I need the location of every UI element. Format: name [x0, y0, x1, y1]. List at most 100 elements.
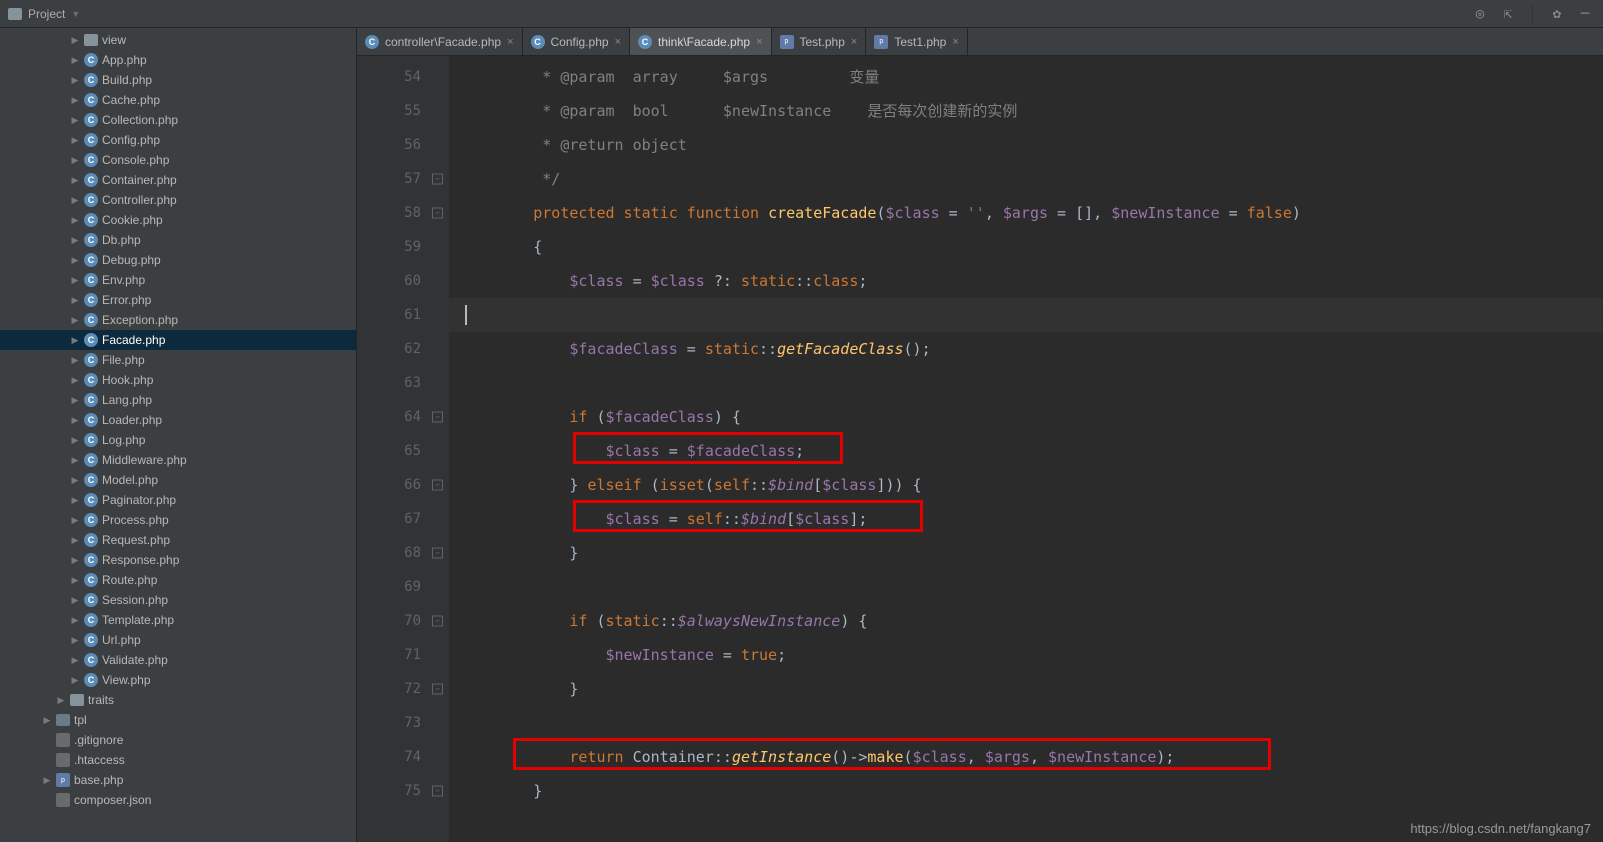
expand-arrow-icon[interactable]: ▶ — [70, 275, 80, 286]
expand-arrow-icon[interactable]: ▶ — [70, 335, 80, 346]
expand-arrow-icon[interactable]: ▶ — [70, 595, 80, 606]
line-number[interactable]: 54 — [357, 60, 449, 94]
line-number[interactable]: 57− — [357, 162, 449, 196]
collapse-icon[interactable]: ⇱ — [1500, 6, 1516, 22]
line-number[interactable]: 64− — [357, 400, 449, 434]
fold-icon[interactable]: − — [432, 548, 443, 559]
editor-tab[interactable]: CConfig.php× — [523, 28, 630, 55]
close-icon[interactable]: × — [507, 36, 513, 48]
gear-icon[interactable]: ✿ — [1549, 6, 1565, 22]
editor-tab[interactable]: Cthink\Facade.php× — [630, 28, 772, 55]
close-icon[interactable]: × — [851, 36, 857, 48]
code-line[interactable]: $class = self::$bind[$class]; — [449, 502, 1603, 536]
code-line[interactable]: $class = $class ?: static::class; — [449, 264, 1603, 298]
code-line[interactable]: } — [449, 774, 1603, 808]
expand-arrow-icon[interactable]: ▶ — [70, 475, 80, 486]
line-number[interactable]: 65 — [357, 434, 449, 468]
line-number[interactable]: 68− — [357, 536, 449, 570]
tree-item[interactable]: ▶CUrl.php — [0, 630, 356, 650]
tree-item[interactable]: .gitignore — [0, 730, 356, 750]
fold-icon[interactable]: − — [432, 174, 443, 185]
tree-item[interactable]: ▶view — [0, 30, 356, 50]
code-line[interactable]: * @param array $args 变量 — [449, 60, 1603, 94]
close-icon[interactable]: × — [615, 36, 621, 48]
tree-item[interactable]: ▶CContainer.php — [0, 170, 356, 190]
target-icon[interactable]: ◎ — [1472, 6, 1488, 22]
expand-arrow-icon[interactable]: ▶ — [70, 495, 80, 506]
code-line[interactable]: $facadeClass = static::getFacadeClass(); — [449, 332, 1603, 366]
fold-icon[interactable]: − — [432, 412, 443, 423]
tree-item[interactable]: ▶CCollection.php — [0, 110, 356, 130]
tree-item[interactable]: ▶CSession.php — [0, 590, 356, 610]
project-sidebar[interactable]: ▶view▶CApp.php▶CBuild.php▶CCache.php▶CCo… — [0, 28, 357, 842]
expand-arrow-icon[interactable]: ▶ — [70, 135, 80, 146]
file-tree[interactable]: ▶view▶CApp.php▶CBuild.php▶CCache.php▶CCo… — [0, 28, 356, 810]
tree-item[interactable]: ▶CLog.php — [0, 430, 356, 450]
code-line[interactable]: * @param bool $newInstance 是否每次创建新的实例 — [449, 94, 1603, 128]
tree-item[interactable]: ▶CCookie.php — [0, 210, 356, 230]
code-line[interactable] — [449, 366, 1603, 400]
project-dropdown[interactable]: Project ▼ — [0, 7, 88, 21]
editor-tabs[interactable]: Ccontroller\Facade.php×CConfig.php×Cthin… — [357, 28, 1603, 56]
close-icon[interactable]: × — [756, 36, 762, 48]
line-number[interactable]: 72− — [357, 672, 449, 706]
fold-icon[interactable]: − — [432, 616, 443, 627]
line-number[interactable]: 75− — [357, 774, 449, 808]
expand-arrow-icon[interactable]: ▶ — [70, 615, 80, 626]
expand-arrow-icon[interactable]: ▶ — [42, 715, 52, 726]
code-line[interactable]: { — [449, 230, 1603, 264]
tree-item[interactable]: .htaccess — [0, 750, 356, 770]
tree-item[interactable]: ▶CDebug.php — [0, 250, 356, 270]
tree-item[interactable]: ▶CResponse.php — [0, 550, 356, 570]
tree-item[interactable]: ▶CException.php — [0, 310, 356, 330]
line-number[interactable]: 63 — [357, 366, 449, 400]
tree-item[interactable]: ▶CRequest.php — [0, 530, 356, 550]
expand-arrow-icon[interactable]: ▶ — [70, 55, 80, 66]
tree-item[interactable]: ▶CHook.php — [0, 370, 356, 390]
code-line[interactable]: if ($facadeClass) { — [449, 400, 1603, 434]
tree-item[interactable]: ▶traits — [0, 690, 356, 710]
tree-item[interactable]: ▶pbase.php — [0, 770, 356, 790]
tree-item[interactable]: composer.json — [0, 790, 356, 810]
line-number[interactable]: 73 — [357, 706, 449, 740]
expand-arrow-icon[interactable]: ▶ — [70, 195, 80, 206]
expand-arrow-icon[interactable]: ▶ — [70, 75, 80, 86]
code-line[interactable]: protected static function createFacade($… — [449, 196, 1603, 230]
line-number[interactable]: 69 — [357, 570, 449, 604]
expand-arrow-icon[interactable]: ▶ — [70, 255, 80, 266]
line-number[interactable]: 56 — [357, 128, 449, 162]
tree-item[interactable]: ▶CError.php — [0, 290, 356, 310]
line-number[interactable]: 61 — [357, 298, 449, 332]
code-line[interactable]: return Container::getInstance()->make($c… — [449, 740, 1603, 774]
tree-item[interactable]: ▶CLoader.php — [0, 410, 356, 430]
tree-item[interactable]: ▶CLang.php — [0, 390, 356, 410]
tree-item[interactable]: ▶CController.php — [0, 190, 356, 210]
line-number[interactable]: 67 — [357, 502, 449, 536]
expand-arrow-icon[interactable]: ▶ — [70, 515, 80, 526]
close-icon[interactable]: × — [952, 36, 958, 48]
code-line[interactable]: } — [449, 536, 1603, 570]
line-number[interactable]: 71 — [357, 638, 449, 672]
tree-item[interactable]: ▶CConfig.php — [0, 130, 356, 150]
line-number[interactable]: 74 — [357, 740, 449, 774]
code-body[interactable]: * @param array $args 变量 * @param bool $n… — [449, 56, 1603, 842]
code-line[interactable]: * @return object — [449, 128, 1603, 162]
expand-arrow-icon[interactable]: ▶ — [70, 455, 80, 466]
code-line[interactable]: $class = $facadeClass; — [449, 434, 1603, 468]
tree-item[interactable]: ▶CEnv.php — [0, 270, 356, 290]
editor-tab[interactable]: pTest.php× — [772, 28, 867, 55]
line-number[interactable]: 62 — [357, 332, 449, 366]
expand-arrow-icon[interactable]: ▶ — [70, 35, 80, 46]
tree-item[interactable]: ▶CRoute.php — [0, 570, 356, 590]
tree-item[interactable]: ▶CProcess.php — [0, 510, 356, 530]
tree-item[interactable]: ▶CApp.php — [0, 50, 356, 70]
code-line[interactable]: */ — [449, 162, 1603, 196]
expand-arrow-icon[interactable]: ▶ — [70, 315, 80, 326]
tree-item[interactable]: ▶CTemplate.php — [0, 610, 356, 630]
code-area[interactable]: 54555657−58−596061626364−6566−6768−6970−… — [357, 56, 1603, 842]
expand-arrow-icon[interactable]: ▶ — [70, 435, 80, 446]
line-number[interactable]: 59 — [357, 230, 449, 264]
expand-arrow-icon[interactable]: ▶ — [70, 215, 80, 226]
expand-arrow-icon[interactable]: ▶ — [70, 235, 80, 246]
tree-item[interactable]: ▶CModel.php — [0, 470, 356, 490]
